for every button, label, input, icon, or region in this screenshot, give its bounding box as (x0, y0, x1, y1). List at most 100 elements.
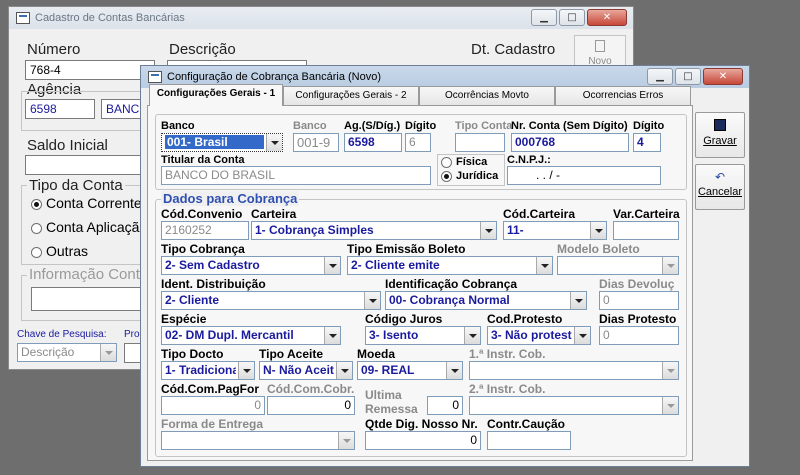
maximize-button[interactable]: □ (559, 9, 585, 26)
dias-devolucao-label: Dias Devoluç (599, 277, 675, 291)
instr2-label: 2.ª Instr. Cob. (469, 382, 546, 396)
instr1-select[interactable] (469, 361, 679, 380)
ultima-remessa-field[interactable]: 0 (427, 396, 463, 415)
modelo-boleto-label: Modelo Boleto (557, 242, 640, 256)
minimize-button[interactable]: ▁ (647, 68, 673, 85)
dt-cadastro-label: Dt. Cadastro (471, 41, 556, 58)
ident-cobranca-select[interactable]: 00- Cobrança Normal (385, 291, 587, 310)
radio-outras[interactable]: Outras (31, 243, 88, 259)
minimize-button[interactable]: ▁ (531, 9, 557, 26)
numero-field[interactable]: 768-4 (25, 60, 155, 80)
chave-pesquisa-label: Chave de Pesquisa: (17, 329, 107, 340)
ultima-label: Ultima (365, 388, 402, 402)
instr2-select[interactable] (469, 396, 679, 415)
titular-field[interactable]: BANCO DO BRASIL (161, 166, 431, 185)
modelo-boleto-select[interactable] (557, 256, 679, 275)
moeda-select[interactable]: 09- REAL (357, 361, 463, 380)
codigo-juros-label: Código Juros (365, 312, 443, 326)
radio-conta-aplicacao[interactable]: Conta Aplicação (31, 219, 147, 235)
chevron-down-icon (364, 292, 380, 309)
conta-digito-field[interactable]: 4 (633, 133, 661, 152)
tipo-cobranca-label: Tipo Cobrança (161, 242, 245, 256)
nr-conta-field[interactable]: 000768 (511, 133, 629, 152)
chevron-down-icon (662, 362, 678, 379)
cnpj-label: C.N.P.J.: (507, 154, 551, 166)
descricao-label: Descrição (169, 41, 236, 58)
tipo-emissao-label: Tipo Emissão Boleto (347, 242, 466, 256)
gravar-button[interactable]: Gravar (695, 112, 745, 158)
tab-configuracoes-gerais-2[interactable]: Configurações Gerais - 2 (283, 86, 419, 105)
cod-pagfor-field[interactable]: 0 (161, 396, 265, 415)
cod-cobr-label: Cód.Com.Cobr. (267, 382, 355, 396)
cod-convenio-label: Cód.Convenio (161, 207, 243, 221)
radio-selected-icon (31, 198, 42, 210)
chave-pesquisa-select[interactable]: Descrição (17, 343, 117, 362)
chevron-down-icon (536, 257, 552, 274)
carteira-label: Carteira (251, 207, 297, 221)
radio-icon (31, 222, 42, 234)
tipo-emissao-select[interactable]: 2- Cliente emite (347, 256, 553, 275)
close-button[interactable]: ✕ (587, 9, 627, 26)
informacao-field[interactable] (31, 287, 149, 311)
cnpj-field[interactable]: . . / - (507, 166, 661, 185)
informacao-label: Informação Cont (27, 266, 142, 283)
cod-protesto-label: Cod.Protesto (487, 312, 563, 326)
cancelar-button[interactable]: ↶ Cancelar (695, 164, 745, 210)
radio-selected-icon (441, 170, 452, 182)
tab-ocorrencias-erros[interactable]: Ocorrencias Erros (555, 86, 691, 105)
ident-distribuicao-select[interactable]: 2- Cliente (161, 291, 381, 310)
cod-cobr-field[interactable]: 0 (267, 396, 355, 415)
cod-carteira-label: Cód.Carteira (503, 207, 576, 221)
radio-icon (441, 156, 452, 168)
contr-caucao-field[interactable] (487, 431, 571, 450)
tipo-aceite-label: Tipo Aceite (259, 347, 324, 361)
radio-icon (31, 246, 42, 258)
chevron-down-icon (480, 222, 496, 239)
codigo-juros-select[interactable]: 3- Isento (365, 326, 481, 345)
dias-protesto-label: Dias Protesto (599, 312, 677, 326)
gravar-label: Gravar (703, 135, 737, 147)
chevron-down-icon (570, 292, 586, 309)
agencia-field[interactable]: 6598 (25, 99, 95, 119)
radio-juridica[interactable]: Jurídica (441, 170, 498, 182)
tab-configuracoes-gerais-1[interactable]: Configurações Gerais - 1 (149, 84, 283, 106)
especie-label: Espécie (161, 312, 207, 326)
back-window-titlebar: Cadastro de Contas Bancárias ▁ □ ✕ (9, 7, 633, 29)
tipo-conta-field[interactable] (455, 133, 505, 152)
var-carteira-field[interactable] (613, 221, 679, 240)
tipo-docto-select[interactable]: 1- Tradicional (161, 361, 255, 380)
banco-select[interactable]: 001- Brasil (161, 133, 283, 152)
saldo-inicial-field[interactable] (25, 155, 151, 175)
agencia-digito-field[interactable]: 6 (405, 133, 431, 152)
dias-devolucao-field[interactable]: 0 (599, 291, 679, 310)
maximize-button[interactable]: □ (675, 68, 701, 85)
tipo-conta-label: Tipo da Conta (27, 177, 125, 194)
qtde-dig-field[interactable]: 0 (365, 431, 481, 450)
cod-carteira-select[interactable]: 11- (503, 221, 607, 240)
forma-entrega-label: Forma de Entrega (161, 417, 264, 431)
moeda-label: Moeda (357, 347, 396, 361)
cod-protesto-select[interactable]: 3- Não protesta (487, 326, 591, 345)
digito-label: Dígito (405, 120, 437, 132)
chevron-down-icon (464, 327, 480, 344)
app-icon (148, 71, 162, 83)
carteira-select[interactable]: 1- Cobrança Simples (251, 221, 497, 240)
tab-ocorrencias-movto[interactable]: Ocorrências Movto (419, 86, 555, 105)
banco2-label: Banco (293, 120, 327, 132)
tipo-aceite-select[interactable]: N- Não Aceite (259, 361, 353, 380)
forma-entrega-select[interactable] (161, 431, 355, 450)
chevron-down-icon (590, 222, 606, 239)
close-button[interactable]: ✕ (703, 68, 743, 85)
dias-protesto-field[interactable]: 0 (599, 326, 679, 345)
back-window-title: Cadastro de Contas Bancárias (35, 12, 185, 24)
radio-fisica[interactable]: Física (441, 156, 487, 168)
chevron-down-icon (100, 344, 116, 361)
tipo-cobranca-select[interactable]: 2- Sem Cadastro (161, 256, 341, 275)
radio-conta-corrente[interactable]: Conta Corrente (31, 195, 142, 211)
agencia-field[interactable]: 6598 (344, 133, 402, 152)
cod-convenio-field[interactable]: 2160252 (161, 221, 249, 240)
app-icon (16, 12, 30, 24)
especie-select[interactable]: 02- DM Dupl. Mercantil (161, 326, 341, 345)
numero-label: Número (27, 41, 81, 58)
banco-codigo-field[interactable]: 001-9 (293, 133, 339, 152)
